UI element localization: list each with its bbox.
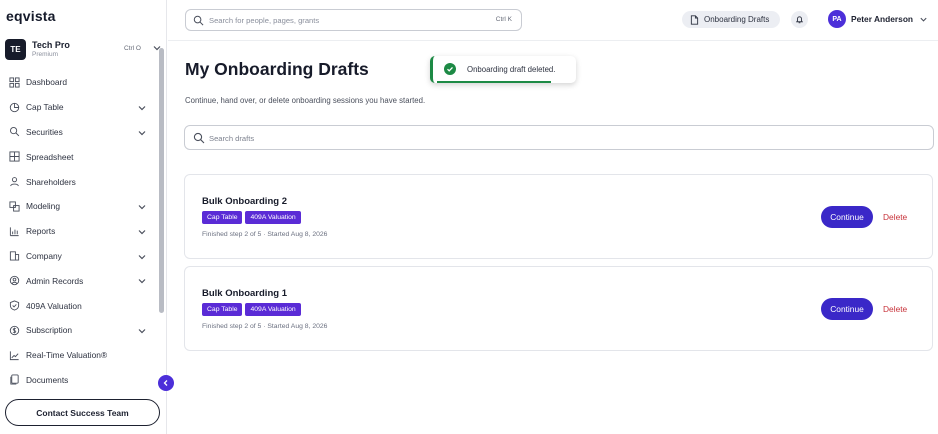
chevron-down-icon — [138, 130, 146, 135]
trend-line-icon — [9, 351, 19, 360]
sidebar-item-modeling[interactable]: Modeling — [0, 194, 160, 219]
draft-tag: 409A Valuation — [245, 211, 301, 224]
draft-title: Bulk Onboarding 2 — [202, 196, 287, 207]
org-plan: Premium — [32, 51, 59, 58]
sidebar-item-label: 409A Valuation — [26, 300, 82, 311]
draft-title: Bulk Onboarding 1 — [202, 288, 287, 299]
draft-tags: Cap Table 409A Valuation — [202, 303, 301, 316]
draft-tag: Cap Table — [202, 211, 243, 224]
org-shortcut: Ctrl O — [124, 45, 141, 52]
reports-icon — [9, 227, 19, 236]
sidebar-item-admin-records[interactable]: Admin Records — [0, 268, 160, 293]
org-switcher[interactable]: TE Tech Pro Premium Ctrl O — [5, 38, 162, 62]
chevron-down-icon — [138, 279, 146, 284]
sidebar-item-label: Admin Records — [26, 275, 84, 286]
admin-records-icon — [9, 276, 20, 286]
contact-success-team-button[interactable]: Contact Success Team — [5, 399, 160, 426]
sidebar-item-shareholders[interactable]: Shareholders — [0, 169, 160, 194]
draft-tag: Cap Table — [202, 303, 243, 316]
sidebar-item-cap-table[interactable]: Cap Table — [0, 95, 160, 120]
sidebar-item-reports[interactable]: Reports — [0, 219, 160, 244]
chevron-down-icon — [138, 205, 146, 210]
chevron-down-icon[interactable] — [919, 15, 928, 24]
user-name[interactable]: Peter Anderson — [851, 14, 913, 24]
bell-icon — [795, 16, 804, 24]
search-placeholder: Search for people, pages, grants — [209, 16, 320, 25]
pie-chart-icon — [9, 102, 20, 112]
sidebar-item-409a-valuation[interactable]: 409A Valuation — [0, 293, 160, 318]
spreadsheet-icon — [9, 151, 20, 162]
toast-progress — [437, 81, 551, 83]
drafts-search-input[interactable]: Search drafts — [184, 125, 934, 150]
check-circle-icon — [444, 63, 456, 75]
success-toast[interactable]: Onboarding draft deleted. — [430, 56, 576, 83]
chevron-down-icon — [138, 329, 146, 334]
sidebar-item-documents[interactable]: Documents — [0, 368, 160, 393]
org-name: Tech Pro — [32, 40, 70, 50]
search-icon — [193, 15, 204, 26]
modeling-icon — [9, 201, 20, 212]
continue-button[interactable]: Continue — [821, 298, 873, 320]
app-logo[interactable]: eqvista — [6, 8, 56, 24]
sidebar-item-label: Shareholders — [26, 176, 76, 187]
draft-meta: Finished step 2 of 5 · Started Aug 8, 20… — [202, 231, 328, 238]
sidebar-item-label: Reports — [26, 226, 56, 237]
onboarding-drafts-label: Onboarding Drafts — [704, 15, 770, 24]
draft-card: Bulk Onboarding 2 Cap Table 409A Valuati… — [184, 174, 933, 259]
subscription-icon — [9, 325, 20, 336]
chevron-down-icon — [138, 105, 146, 111]
draft-meta: Finished step 2 of 5 · Started Aug 8, 20… — [202, 323, 328, 330]
dashboard-icon — [9, 77, 20, 88]
sidebar-item-label: Modeling — [26, 201, 60, 212]
sidebar-item-spreadsheet[interactable]: Spreadsheet — [0, 144, 160, 169]
shield-check-icon — [9, 300, 20, 311]
notifications-button[interactable] — [791, 11, 808, 28]
document-icon — [690, 14, 699, 25]
onboarding-drafts-button[interactable]: Onboarding Drafts — [682, 11, 780, 28]
chevron-down-icon — [138, 229, 146, 235]
sidebar-item-label: Company — [26, 250, 62, 261]
search-icon — [193, 132, 205, 144]
sidebar: eqvista TE Tech Pro Premium Ctrl O Dashb… — [0, 0, 174, 434]
sidebar-item-label: Documents — [26, 374, 69, 385]
securities-icon — [10, 127, 20, 137]
sidebar-item-securities[interactable]: Securities — [0, 120, 160, 145]
org-avatar: TE — [5, 39, 26, 60]
sidebar-nav: Dashboard Cap Table Securities Spreadshe… — [0, 70, 160, 392]
users-icon — [10, 177, 19, 187]
sidebar-scrollbar[interactable] — [159, 48, 164, 313]
sidebar-item-label: Spreadsheet — [26, 151, 74, 162]
page-title: My Onboarding Drafts — [185, 59, 369, 79]
continue-button[interactable]: Continue — [821, 206, 873, 228]
delete-button[interactable]: Delete — [883, 304, 907, 314]
search-shortcut: Ctrl K — [495, 16, 512, 23]
draft-tags: Cap Table 409A Valuation — [202, 211, 301, 224]
sidebar-item-label: Subscription — [26, 325, 73, 336]
delete-button[interactable]: Delete — [883, 212, 907, 222]
sidebar-item-label: Dashboard — [26, 77, 67, 88]
chevron-left-icon — [163, 380, 168, 386]
sidebar-item-dashboard[interactable]: Dashboard — [0, 70, 160, 95]
chevron-down-icon — [138, 254, 146, 259]
draft-card: Bulk Onboarding 1 Cap Table 409A Valuati… — [184, 266, 933, 351]
sidebar-item-label: Cap Table — [26, 102, 64, 113]
sidebar-item-real-time-valuation[interactable]: Real-Time Valuation® — [0, 343, 160, 368]
sidebar-item-company[interactable]: Company — [0, 244, 160, 269]
company-icon — [9, 251, 20, 262]
toast-message: Onboarding draft deleted. — [467, 65, 556, 74]
page-subtitle: Continue, hand over, or delete onboardin… — [185, 96, 426, 105]
draft-tag: 409A Valuation — [245, 303, 301, 316]
drafts-search-placeholder: Search drafts — [209, 134, 255, 143]
sidebar-item-label: Securities — [26, 126, 63, 137]
sidebar-item-label: Real-Time Valuation® — [26, 350, 108, 361]
top-header: Search for people, pages, grants Ctrl K … — [168, 0, 938, 41]
global-search-input[interactable]: Search for people, pages, grants Ctrl K — [185, 9, 522, 31]
sidebar-collapse-button[interactable] — [158, 375, 174, 391]
user-avatar[interactable]: PA — [828, 10, 846, 28]
sidebar-item-subscription[interactable]: Subscription — [0, 318, 160, 343]
documents-icon — [10, 374, 19, 385]
